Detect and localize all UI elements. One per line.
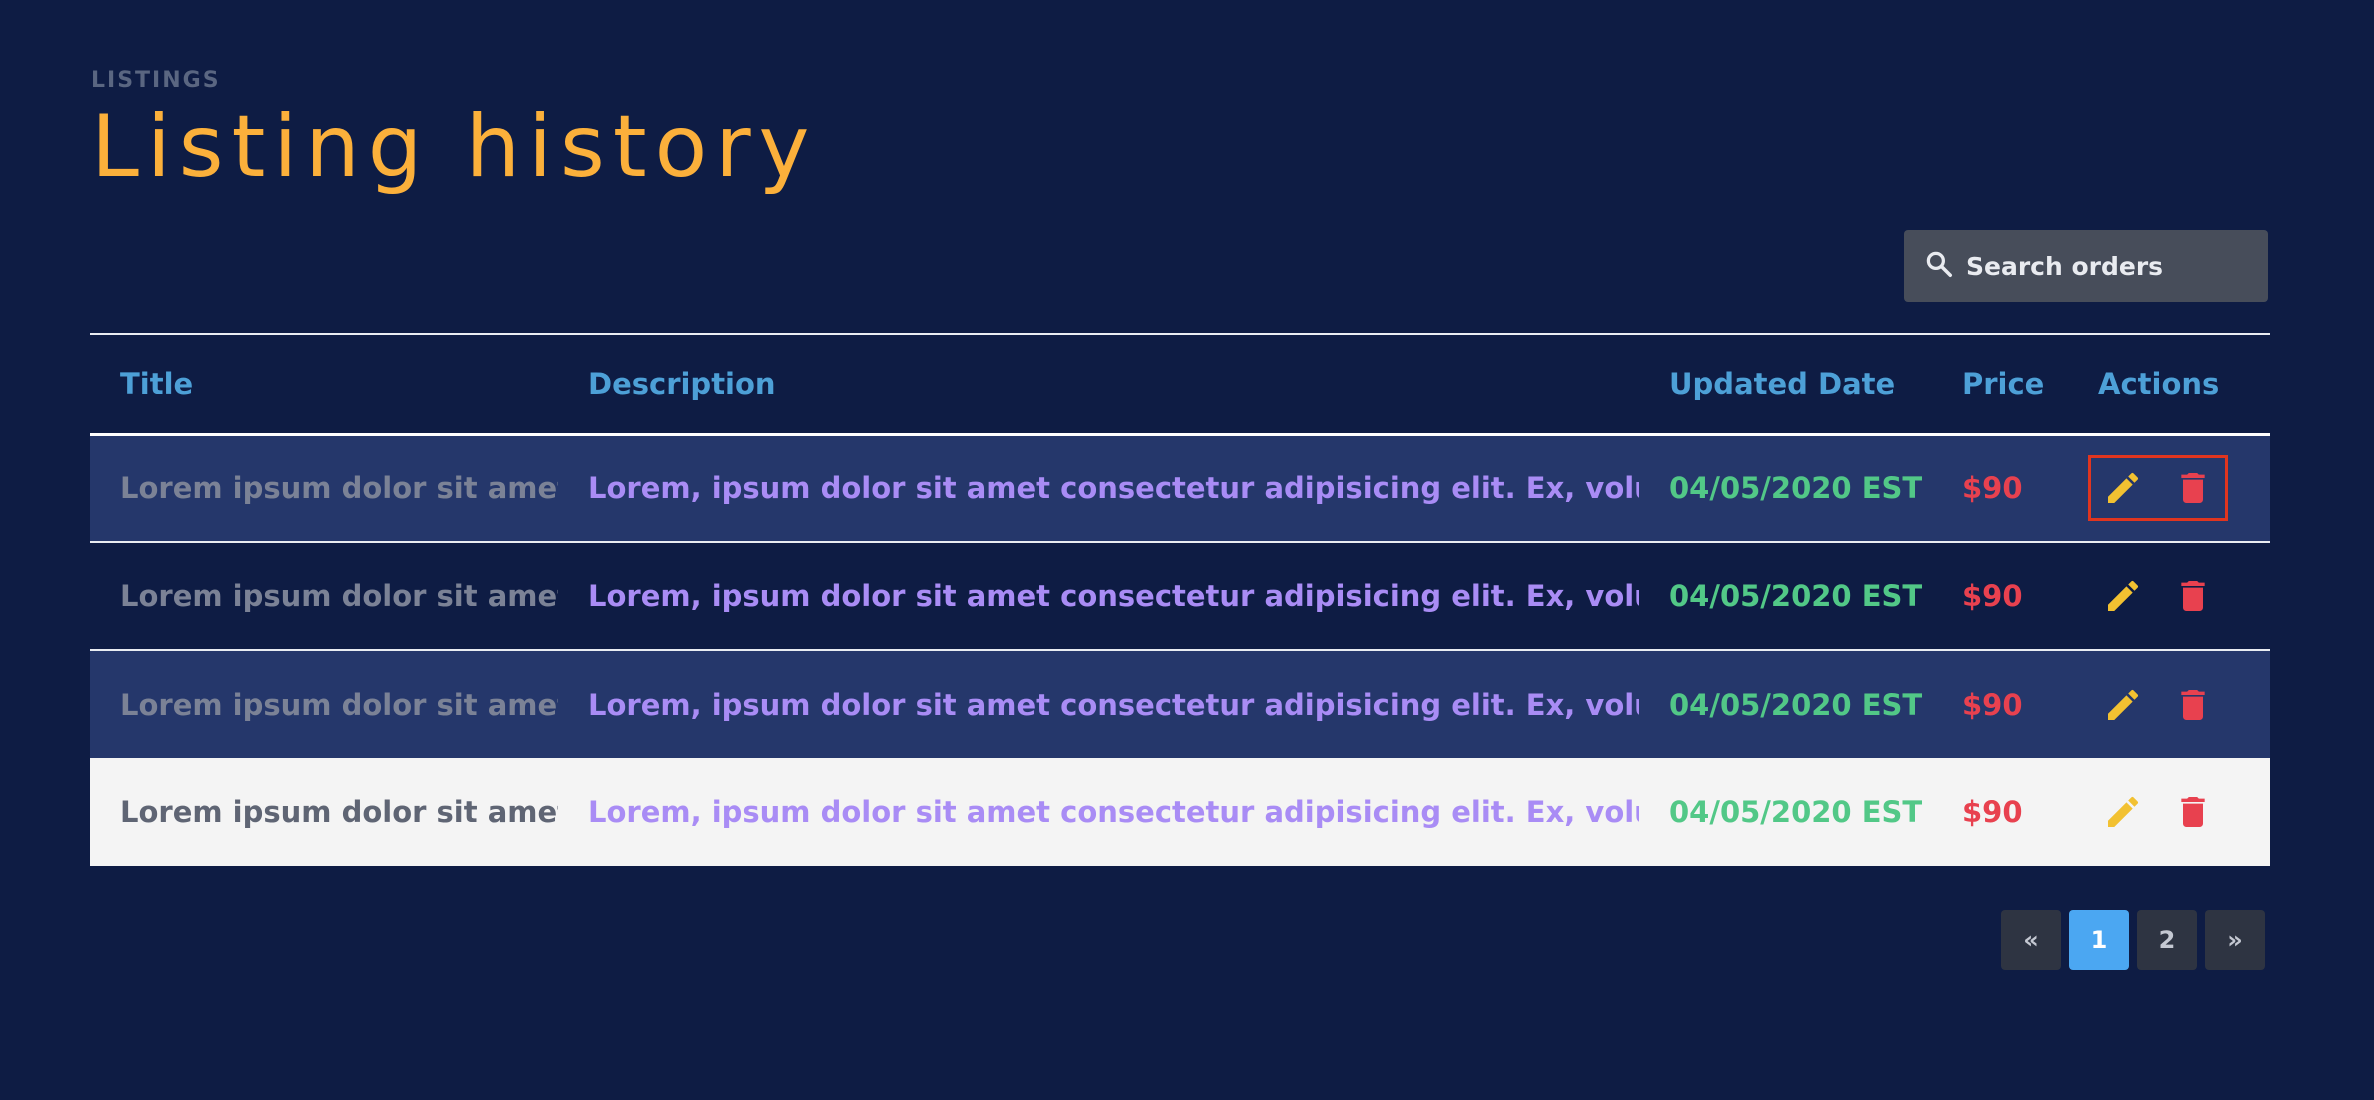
row-actions — [2068, 542, 2270, 650]
trash-icon — [2181, 689, 2205, 720]
row-description: Lorem, ipsum dolor sit amet consectetur … — [588, 471, 1639, 506]
pagination-page-1[interactable]: 1 — [2069, 910, 2129, 970]
row-price: $90 — [1962, 687, 2023, 722]
section-eyebrow: LISTINGS — [91, 68, 221, 93]
pencil-icon — [2108, 580, 2139, 611]
pencil-icon — [2108, 473, 2139, 504]
pagination-prev-button[interactable]: « — [2001, 910, 2061, 970]
row-actions-group — [2088, 672, 2228, 738]
edit-button[interactable] — [2103, 468, 2143, 508]
column-header-description[interactable]: Description — [558, 334, 1639, 434]
listings-table-container: Title Description Updated Date Price Act… — [90, 333, 2270, 866]
row-actions — [2068, 758, 2270, 866]
pencil-icon — [2108, 689, 2139, 720]
pencil-icon — [2108, 796, 2139, 827]
column-header-title[interactable]: Title — [90, 334, 558, 434]
delete-button[interactable] — [2173, 792, 2213, 832]
edit-button[interactable] — [2103, 576, 2143, 616]
pagination: « 1 2 » — [2001, 910, 2265, 970]
column-header-updated-date[interactable]: Updated Date — [1639, 334, 1932, 434]
edit-button[interactable] — [2103, 685, 2143, 725]
pagination-next-button[interactable]: » — [2205, 910, 2265, 970]
row-updated-date: 04/05/2020 EST — [1669, 795, 1923, 829]
trash-icon — [2181, 581, 2205, 611]
row-title: Lorem ipsum dolor sit amet. — [120, 471, 558, 506]
edit-button[interactable] — [2103, 792, 2143, 832]
table-row: Lorem ipsum dolor sit amet. Lorem, ipsum… — [90, 650, 2270, 758]
trash-icon — [2181, 797, 2205, 827]
row-actions — [2068, 434, 2270, 542]
delete-button[interactable] — [2173, 685, 2213, 725]
row-title: Lorem ipsum dolor sit amet. — [120, 579, 558, 613]
row-actions — [2068, 650, 2270, 758]
column-header-actions: Actions — [2098, 366, 2220, 401]
row-description: Lorem, ipsum dolor sit amet consectetur … — [588, 687, 1639, 722]
row-title: Lorem ipsum dolor sit amet. — [120, 795, 558, 829]
row-price: $90 — [1962, 471, 2023, 506]
row-actions-group-focused — [2088, 455, 2228, 522]
row-updated-date: 04/05/2020 EST — [1669, 687, 1923, 722]
page-title: Listing history — [91, 97, 818, 197]
delete-button[interactable] — [2173, 576, 2213, 616]
row-actions-group — [2088, 779, 2228, 845]
search-box[interactable] — [1904, 230, 2268, 302]
pagination-page-2[interactable]: 2 — [2137, 910, 2197, 970]
trash-icon — [2181, 473, 2205, 504]
table-body: Lorem ipsum dolor sit amet. Lorem, ipsum… — [90, 434, 2270, 866]
table-header-row: Title Description Updated Date Price Act… — [90, 334, 2270, 434]
listings-table: Title Description Updated Date Price Act… — [90, 333, 2270, 866]
search-icon — [1924, 249, 1954, 283]
search-input[interactable] — [1966, 251, 2266, 281]
table-row: Lorem ipsum dolor sit amet. Lorem, ipsum… — [90, 542, 2270, 650]
row-description: Lorem, ipsum dolor sit amet consectetur … — [588, 795, 1639, 829]
row-updated-date: 04/05/2020 EST — [1669, 471, 1923, 506]
column-header-price[interactable]: Price — [1932, 334, 2068, 434]
row-description: Lorem, ipsum dolor sit amet consectetur … — [588, 579, 1639, 613]
listing-history-page: LISTINGS Listing history Title Descripti… — [0, 0, 2374, 1100]
table-row: Lorem ipsum dolor sit amet. Lorem, ipsum… — [90, 434, 2270, 542]
delete-button[interactable] — [2173, 468, 2213, 508]
row-title: Lorem ipsum dolor sit amet. — [120, 687, 558, 722]
row-actions-group — [2088, 563, 2228, 629]
table-row: Lorem ipsum dolor sit amet. Lorem, ipsum… — [90, 758, 2270, 866]
row-price: $90 — [1962, 795, 2023, 829]
row-updated-date: 04/05/2020 EST — [1669, 579, 1923, 613]
row-price: $90 — [1962, 579, 2023, 613]
